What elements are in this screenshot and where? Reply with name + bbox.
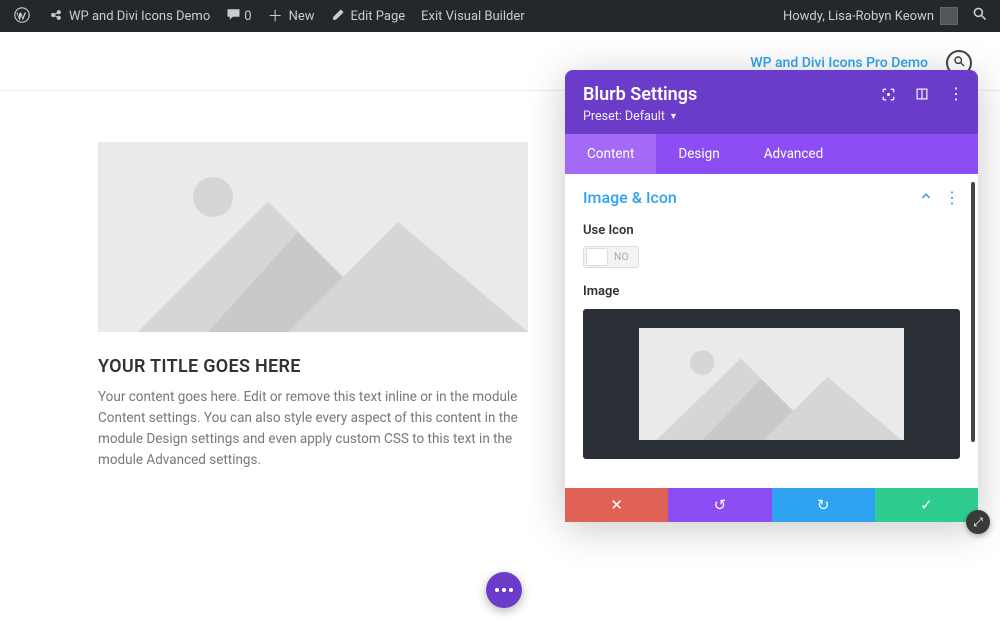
dots-vertical-icon: ⋮ xyxy=(944,188,960,207)
blurb-title[interactable]: YOUR TITLE GOES HERE xyxy=(98,356,528,377)
use-icon-label: Use Icon xyxy=(583,223,960,238)
chevron-down-icon: ▼ xyxy=(669,111,678,122)
blurb-settings-panel: Blurb Settings Preset: Default ▼ ⋮ Conte… xyxy=(565,70,978,522)
tab-content[interactable]: Content xyxy=(565,134,656,174)
image-placeholder-icon xyxy=(98,142,528,332)
exit-visual-builder-link[interactable]: Exit Visual Builder xyxy=(413,0,532,32)
comment-icon xyxy=(226,7,241,25)
panel-resize-handle[interactable]: ⤢ xyxy=(966,510,990,534)
user-display-name: Lisa-Robyn Keown xyxy=(828,9,934,24)
panel-header[interactable]: Blurb Settings Preset: Default ▼ ⋮ xyxy=(565,70,978,134)
tab-advanced[interactable]: Advanced xyxy=(742,134,846,174)
new-label: New xyxy=(289,9,315,24)
home-icon xyxy=(49,8,63,25)
panel-snap-button[interactable] xyxy=(914,86,930,102)
image-upload-field[interactable] xyxy=(583,309,960,459)
admin-search-button[interactable] xyxy=(966,0,994,32)
tab-design[interactable]: Design xyxy=(656,134,741,174)
comments-count: 0 xyxy=(244,9,251,24)
wp-admin-bar: WP and Divi Icons Demo 0 ＋ New Edit Page… xyxy=(0,0,1000,32)
panel-body: Image & Icon ⋮ Use Icon NO Imag xyxy=(565,174,978,488)
redo-icon: ↻ xyxy=(817,496,830,514)
blurb-body[interactable]: Your content goes here. Edit or remove t… xyxy=(98,387,528,471)
redo-button[interactable]: ↻ xyxy=(772,488,875,522)
toggle-knob xyxy=(586,248,608,266)
wordpress-icon xyxy=(14,7,30,26)
section-image-and-icon[interactable]: Image & Icon ⋮ xyxy=(583,188,960,207)
use-icon-toggle[interactable]: NO xyxy=(583,246,639,268)
chevron-up-icon xyxy=(920,190,932,202)
site-title: WP and Divi Icons Demo xyxy=(69,9,210,24)
panel-scrollbar[interactable] xyxy=(971,182,975,442)
focus-icon xyxy=(881,87,896,102)
pencil-icon xyxy=(331,8,345,25)
panel-tabs: Content Design Advanced xyxy=(565,134,978,174)
panel-help-button[interactable] xyxy=(880,86,896,102)
howdy-prefix: Howdy, xyxy=(783,9,825,24)
check-icon: ✓ xyxy=(920,496,933,514)
avatar xyxy=(940,7,958,25)
plus-icon: ＋ xyxy=(268,9,283,24)
image-preview xyxy=(639,328,904,440)
dots-vertical-icon: ⋮ xyxy=(948,86,964,102)
section-more-button[interactable]: ⋮ xyxy=(944,190,960,206)
site-name-menu[interactable]: WP and Divi Icons Demo xyxy=(41,0,218,32)
preset-label: Preset: Default xyxy=(583,109,665,124)
panel-more-button[interactable]: ⋮ xyxy=(948,86,964,102)
toggle-state: NO xyxy=(614,252,629,263)
edit-page-label: Edit Page xyxy=(351,9,406,24)
close-icon: ✕ xyxy=(610,496,623,514)
blurb-module[interactable]: YOUR TITLE GOES HERE Your content goes h… xyxy=(98,142,528,471)
image-placeholder-icon xyxy=(639,328,904,440)
exit-builder-label: Exit Visual Builder xyxy=(421,9,524,24)
preset-selector[interactable]: Preset: Default ▼ xyxy=(583,109,678,124)
blurb-image-placeholder xyxy=(98,142,528,332)
undo-button[interactable]: ↺ xyxy=(668,488,771,522)
new-content-menu[interactable]: ＋ New xyxy=(260,0,323,32)
undo-icon: ↺ xyxy=(714,496,727,514)
edit-page-link[interactable]: Edit Page xyxy=(323,0,414,32)
section-title: Image & Icon xyxy=(583,188,677,207)
image-field-label: Image xyxy=(583,284,960,299)
nav-link-pro-demo[interactable]: WP and Divi Icons Pro Demo xyxy=(750,55,928,71)
builder-fab-button[interactable] xyxy=(486,572,522,608)
collapse-section-button[interactable] xyxy=(920,190,932,206)
search-icon xyxy=(953,55,966,72)
columns-icon xyxy=(915,87,929,101)
comments-menu[interactable]: 0 xyxy=(218,0,259,32)
dots-horizontal-icon xyxy=(495,588,513,592)
page-canvas: WP and Divi Icons Pro Demo YOUR TITLE GO… xyxy=(0,32,1000,625)
search-icon xyxy=(972,6,988,26)
expand-icon: ⤢ xyxy=(973,515,983,530)
confirm-button[interactable]: ✓ xyxy=(875,488,978,522)
wp-logo-menu[interactable] xyxy=(6,0,41,32)
cancel-button[interactable]: ✕ xyxy=(565,488,668,522)
panel-footer: ✕ ↺ ↻ ✓ xyxy=(565,488,978,522)
my-account-menu[interactable]: Howdy, Lisa-Robyn Keown xyxy=(775,0,966,32)
